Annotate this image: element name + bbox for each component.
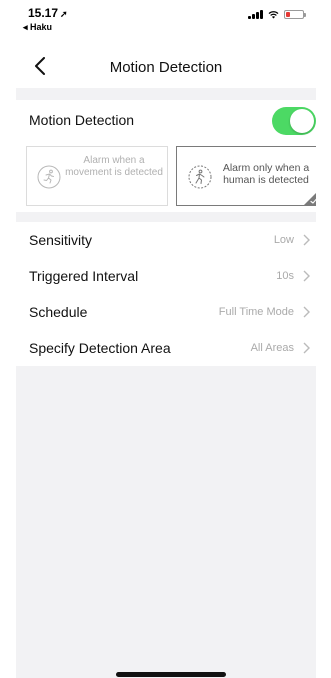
motion-detection-label: Motion Detection [29,112,135,128]
motion-detection-card: Motion Detection Alarm when a movement i… [16,100,316,212]
setting-value: 10s [276,270,294,282]
chevron-right-icon [303,234,310,246]
setting-row-schedule[interactable]: Schedule Full Time Mode [16,294,316,330]
chevron-right-icon [303,270,310,282]
wifi-icon [268,11,279,19]
mode-human-label: Alarm only when a human is detected [222,162,310,186]
navigation-bar: Motion Detection [16,48,316,88]
toggle-knob [290,109,314,133]
chevron-right-icon [303,342,310,354]
running-person-icon [37,165,61,189]
status-bar: 15.17 ➚ ◂ Haku [16,0,316,48]
chevron-right-icon [303,306,310,318]
status-time-text: 15.17 [28,6,59,20]
status-time: 15.17 ➚ [28,6,68,20]
setting-label: Schedule [29,304,88,320]
setting-label: Sensitivity [29,232,93,248]
location-arrow-icon: ➚ [60,9,68,19]
phone-screen: 15.17 ➚ ◂ Haku Motion Detection Motion D… [16,0,316,678]
mode-human-option[interactable]: Alarm only when a human is detected [176,146,316,206]
back-to-app-link[interactable]: ◂ Haku [23,22,52,33]
setting-label: Triggered Interval [29,268,139,284]
mode-movement-option[interactable]: Alarm when a movement is detected [26,146,168,206]
human-detect-icon [188,165,212,189]
setting-value: All Areas [250,342,294,354]
setting-value: Full Time Mode [218,306,294,318]
page-title: Motion Detection [109,59,223,76]
setting-row-triggered-interval[interactable]: Triggered Interval 10s [16,258,316,294]
settings-list: Sensitivity Low Triggered Interval 10s S… [16,222,316,366]
battery-icon [284,10,306,19]
status-icons [248,10,306,19]
setting-row-sensitivity[interactable]: Sensitivity Low [16,222,316,258]
mode-movement-label: Alarm when a movement is detected [65,155,163,178]
setting-label: Specify Detection Area [29,340,171,356]
selected-check-icon [304,193,316,205]
home-indicator[interactable] [116,672,226,677]
cellular-signal-icon [248,10,263,19]
setting-row-detection-area[interactable]: Specify Detection Area All Areas [16,330,316,366]
setting-value: Low [273,234,294,246]
motion-detection-toggle[interactable] [272,107,316,135]
